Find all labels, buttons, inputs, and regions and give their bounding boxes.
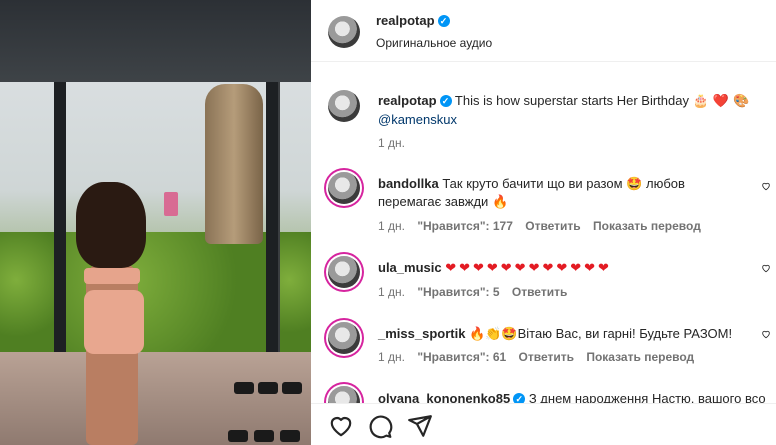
comment-meta: 1 дн. "Нравится": 5 Ответить xyxy=(378,285,576,299)
comment-time[interactable]: 1 дн. xyxy=(378,350,405,364)
reply-button[interactable]: Ответить xyxy=(519,350,574,364)
media-person xyxy=(76,182,152,445)
comment-likes[interactable]: "Нравится": 61 xyxy=(417,350,506,364)
comment-icon[interactable] xyxy=(367,413,393,439)
comment-meta: 1 дн. "Нравится": 177 Ответить Показать … xyxy=(378,219,710,233)
media-ceiling xyxy=(0,0,311,82)
verified-icon: ✓ xyxy=(437,15,450,27)
post-details-panel: realpotap ✓ Оригинальное аудио realpotap ✓… xyxy=(311,0,776,445)
comment-text-line2: перемагає завжди 🔥 xyxy=(378,194,509,210)
reply-button[interactable]: Ответить xyxy=(525,219,580,233)
comment-avatar[interactable] xyxy=(328,322,360,354)
media-dumbbell-rack xyxy=(214,382,311,445)
media-window-frame xyxy=(54,82,66,362)
heart-icon[interactable] xyxy=(761,181,771,191)
comment-avatar[interactable] xyxy=(328,172,360,204)
verified-icon: ✓ xyxy=(439,95,452,107)
comment-text: _miss_sportik 🔥👏🤩Вітаю Вас, ви гарні! Бу… xyxy=(378,326,733,342)
comment-username[interactable]: _miss_sportik xyxy=(378,326,465,341)
caption-mention-link[interactable]: @kamenskux xyxy=(378,112,457,127)
comment-likes[interactable]: "Нравится": 177 xyxy=(417,219,513,233)
like-heart-icon[interactable] xyxy=(328,413,354,439)
media-bush xyxy=(0,232,54,352)
caption-emoji: 🎂 ❤️ 🎨 xyxy=(692,94,750,109)
heart-icon[interactable] xyxy=(761,329,771,339)
heart-icon[interactable] xyxy=(761,263,771,273)
translate-button[interactable]: Показать перевод xyxy=(593,219,701,233)
media-window-frame xyxy=(266,82,278,362)
action-bar xyxy=(311,403,776,445)
media-bush xyxy=(280,232,311,352)
comment-username[interactable]: ula_music xyxy=(378,260,442,275)
author-username[interactable]: realpotap xyxy=(376,13,435,28)
reply-button[interactable]: Ответить xyxy=(512,285,567,299)
caption-avatar[interactable] xyxy=(328,90,360,122)
post-media-video[interactable] xyxy=(0,0,311,445)
caption-text: This is how superstar starts Her Birthda… xyxy=(454,93,689,108)
comment-meta: 1 дн. "Нравится": 61 Ответить Показать п… xyxy=(378,350,703,364)
audio-link[interactable]: Оригинальное аудио xyxy=(376,36,492,50)
author-avatar[interactable] xyxy=(328,16,360,48)
caption: realpotap ✓ This is how superstar starts … xyxy=(378,91,768,111)
caption-time[interactable]: 1 дн. xyxy=(378,136,405,150)
comment-text: ula_music ❤❤❤❤❤❤❤❤❤❤❤❤ xyxy=(378,260,612,276)
post-header: realpotap ✓ Оригинальное аудио xyxy=(311,0,776,62)
media-phone xyxy=(164,192,178,216)
comment-avatar[interactable] xyxy=(328,256,360,288)
comment-text: bandollka Так круто бачити що ви разом 🤩… xyxy=(378,176,685,192)
share-icon[interactable] xyxy=(407,413,433,439)
comment-time[interactable]: 1 дн. xyxy=(378,219,405,233)
translate-button[interactable]: Показать перевод xyxy=(586,350,694,364)
caption-meta: 1 дн. xyxy=(378,136,414,150)
caption-mention-line: @kamenskux xyxy=(378,110,768,129)
comment-username[interactable]: bandollka xyxy=(378,176,439,191)
comment-likes[interactable]: "Нравится": 5 xyxy=(417,285,499,299)
caption-username[interactable]: realpotap xyxy=(378,93,437,108)
comment-time[interactable]: 1 дн. xyxy=(378,285,405,299)
media-palm-trunk xyxy=(205,84,263,244)
